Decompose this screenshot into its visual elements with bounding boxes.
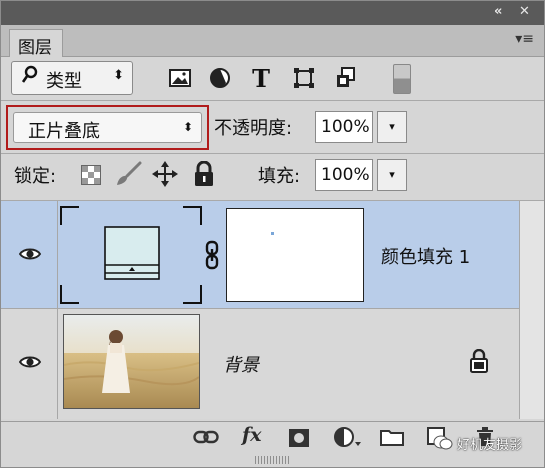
fill-dropdown-button[interactable]: ▾ <box>377 159 407 191</box>
filter-toggle-switch[interactable] <box>393 64 411 94</box>
opacity-input[interactable]: 100% <box>315 111 373 143</box>
search-icon <box>21 65 38 90</box>
pixel-filter-icon[interactable] <box>167 65 193 91</box>
wechat-icon <box>433 435 453 450</box>
watermark: 好机友摄影 <box>433 431 543 455</box>
tab-layers[interactable]: 图层 <box>9 29 63 58</box>
adjustment-filter-icon[interactable] <box>207 65 233 91</box>
lock-position-icon[interactable] <box>152 161 178 187</box>
divider <box>1 153 544 154</box>
fill-layer-thumbnail[interactable] <box>59 205 203 305</box>
layer-row-background[interactable]: 背景 <box>1 309 519 419</box>
chevron-updown-icon: ⬍ <box>182 120 193 134</box>
watermark-text: 好机友摄影 <box>457 437 523 453</box>
panel-titlebar: « ✕ <box>1 1 544 25</box>
background-photo-thumbnail[interactable] <box>63 314 200 409</box>
scrollbar[interactable] <box>519 201 544 419</box>
type-filter-icon[interactable]: T <box>248 64 274 93</box>
layer-name[interactable]: 背景 <box>223 351 259 377</box>
eye-icon[interactable] <box>19 355 41 369</box>
visibility-cell[interactable] <box>1 309 58 419</box>
lock-pixels-icon[interactable] <box>114 161 142 187</box>
blend-mode-select[interactable]: 正片叠底 ⬍ <box>13 112 202 143</box>
opacity-label: 不透明度: <box>214 118 293 139</box>
shape-filter-icon[interactable] <box>291 65 317 91</box>
panel-menu-icon[interactable]: ▾≡ <box>515 31 534 47</box>
layer-style-fx-button[interactable]: fx <box>242 424 262 446</box>
divider <box>1 100 544 101</box>
blend-mode-value: 正片叠底 <box>28 121 100 142</box>
layer-row-color-fill[interactable]: 颜色填充 1 <box>1 201 519 308</box>
tab-row: 图层 ▾≡ <box>1 25 544 58</box>
blend-mode-highlight: 正片叠底 ⬍ <box>6 105 209 150</box>
layers-panel: « ✕ 图层 ▾≡ 类型 ⬍ T 正片叠底 ⬍ 不透明度: 100% ▾ 锁定:… <box>0 0 545 468</box>
lock-transparent-icon[interactable] <box>81 165 101 185</box>
resize-grip[interactable] <box>255 456 291 464</box>
link-layers-icon[interactable] <box>193 428 219 446</box>
close-icon[interactable]: ✕ <box>519 4 530 19</box>
eye-icon[interactable] <box>19 247 41 261</box>
fill-label: 填充: <box>258 166 301 187</box>
layer-name[interactable]: 颜色填充 1 <box>381 243 470 269</box>
fill-input[interactable]: 100% <box>315 159 373 191</box>
lock-all-icon[interactable] <box>192 160 216 187</box>
collapse-icon[interactable]: « <box>494 4 502 19</box>
layer-mask-thumbnail[interactable] <box>226 208 364 302</box>
folder-icon[interactable] <box>380 428 404 446</box>
visibility-cell[interactable] <box>1 201 58 308</box>
add-mask-icon[interactable] <box>288 428 310 448</box>
mask-dot <box>271 232 274 235</box>
layers-list: 颜色填充 1 背景 <box>1 201 519 419</box>
link-icon[interactable] <box>204 240 220 270</box>
chevron-updown-icon: ⬍ <box>113 68 124 83</box>
lock-label: 锁定: <box>14 166 57 187</box>
opacity-dropdown-button[interactable]: ▾ <box>377 111 407 143</box>
lock-icon <box>469 348 489 373</box>
adjustment-layer-icon[interactable] <box>334 426 362 448</box>
filter-kind-select[interactable]: 类型 ⬍ <box>11 61 133 95</box>
filter-kind-value: 类型 <box>46 71 82 92</box>
smart-object-filter-icon[interactable] <box>333 65 359 91</box>
